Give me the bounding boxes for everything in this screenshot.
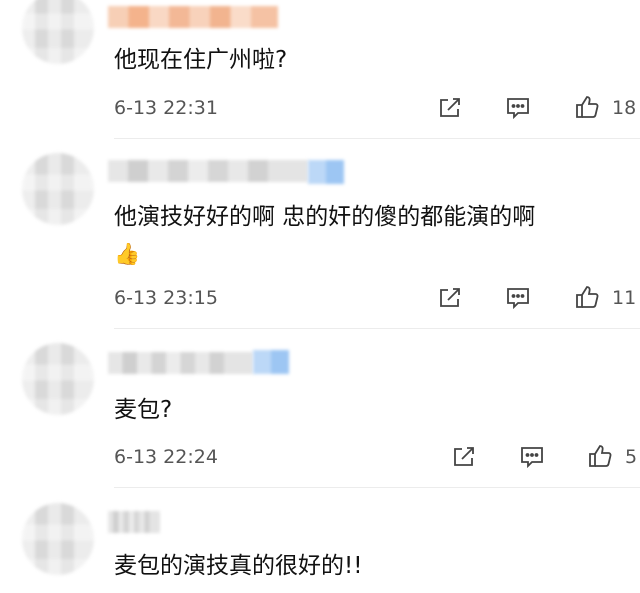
share-edit-icon[interactable] — [451, 444, 477, 470]
divider — [114, 487, 640, 488]
like-count: 18 — [612, 97, 637, 119]
username-blurred[interactable] — [108, 6, 278, 28]
comment-text: 麦包的演技真的很好的!! — [114, 553, 363, 579]
share-edit-icon[interactable] — [437, 95, 463, 121]
comment-timestamp: 6-13 22:31 — [114, 97, 218, 119]
divider — [114, 138, 640, 139]
comment-icon[interactable] — [505, 95, 531, 121]
username-blurred[interactable] — [108, 511, 160, 533]
badge-blurred — [308, 160, 344, 184]
comment-timestamp: 6-13 22:24 — [114, 446, 218, 468]
comment-timestamp: 6-13 23:15 — [114, 287, 218, 309]
comment-text: 他现在住广州啦? — [114, 47, 288, 73]
like-count: 11 — [612, 287, 637, 309]
badge-blurred — [253, 350, 289, 374]
thumbs-up-icon[interactable] — [587, 443, 615, 471]
avatar[interactable] — [22, 0, 94, 64]
share-edit-icon[interactable] — [437, 285, 463, 311]
comment-text: 他演技好好的啊 忠的奸的傻的都能演的啊 — [114, 204, 536, 230]
comment-icon[interactable] — [519, 444, 545, 470]
username-blurred[interactable] — [108, 352, 253, 374]
avatar[interactable] — [22, 153, 94, 225]
thumbs-up-emoji: 👍 — [114, 242, 141, 266]
thumbs-up-icon[interactable] — [574, 284, 602, 312]
avatar[interactable] — [22, 343, 94, 415]
comment-text: 麦包? — [114, 397, 173, 423]
like-count: 5 — [625, 446, 638, 468]
divider — [114, 328, 640, 329]
comment-icon[interactable] — [505, 285, 531, 311]
thumbs-up-icon[interactable] — [574, 94, 602, 122]
username-blurred[interactable] — [108, 160, 308, 182]
avatar[interactable] — [22, 503, 94, 575]
